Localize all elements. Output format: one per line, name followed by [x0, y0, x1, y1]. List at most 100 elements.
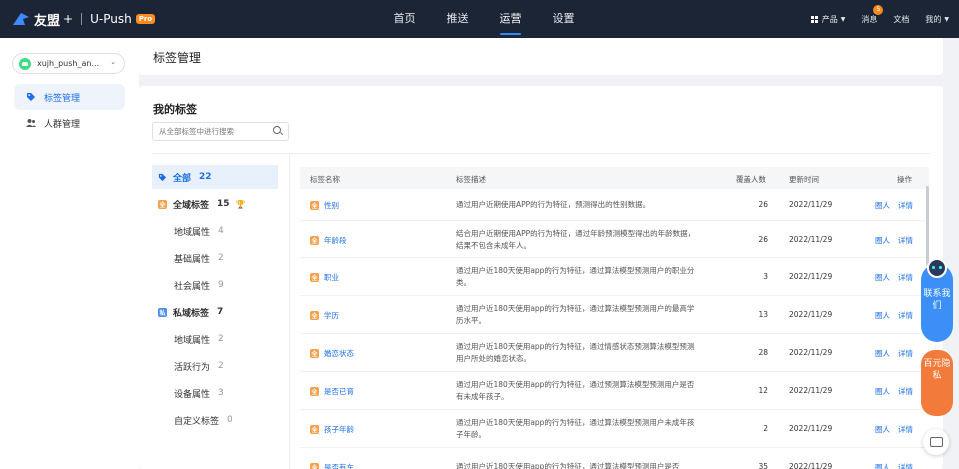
tree-item-private-region[interactable]: 地域属性 2: [152, 327, 278, 351]
row-actions: 圈人 详情: [875, 424, 921, 435]
table-row: 全是否有车 通过用户近180天使用app的行为特征，通过算法模型预测用户是否 35 2…: [300, 448, 929, 469]
chat-icon[interactable]: [923, 429, 949, 455]
messages-link[interactable]: 消息 5: [861, 4, 884, 25]
circle-users-link[interactable]: 圈人: [875, 425, 890, 434]
global-tag-icon: 全: [310, 425, 319, 434]
tree-item-private-custom[interactable]: 自定义标签 0: [152, 408, 278, 432]
tag-name-link[interactable]: 全孩子年龄: [310, 424, 354, 435]
tag-description: 通过用户近180天使用app的行为特征，通过算法模型预测用户是否: [456, 462, 680, 469]
row-actions: 圈人 详情: [875, 386, 921, 397]
tag-updated-time: 2022/11/29: [789, 386, 833, 395]
detail-link[interactable]: 详情: [898, 463, 913, 469]
col-header-coverage: 覆盖人数: [736, 175, 766, 184]
tree-item-all[interactable]: 全部 22: [152, 165, 278, 189]
search-icon[interactable]: [273, 126, 281, 134]
app-name: xujh_push_an...: [37, 59, 100, 68]
tab-home[interactable]: 首页: [378, 0, 431, 38]
tag-name-link[interactable]: 全是否有车: [310, 462, 354, 469]
divider: [152, 153, 930, 154]
detail-link[interactable]: 详情: [898, 387, 913, 396]
docs-link[interactable]: 文档: [893, 14, 909, 25]
col-header-desc: 标签描述: [456, 175, 486, 184]
circle-users-link[interactable]: 圈人: [875, 201, 890, 210]
tab-settings[interactable]: 设置: [537, 0, 590, 38]
sidebar-item-tag-management[interactable]: 标签管理: [14, 84, 125, 110]
product-name: U-Push: [90, 12, 132, 26]
tag-name: 婚恋状态: [324, 349, 354, 358]
tag-name-link[interactable]: 全婚恋状态: [310, 348, 354, 359]
account-menu[interactable]: 我的 ▼: [925, 14, 949, 25]
tag-description: 通过用户近180天使用app的行为特征，通过情感状态预测算法模型预测用户所处的婚…: [456, 342, 695, 363]
tag-coverage: 3: [763, 272, 768, 281]
tag-updated-time: 2022/11/29: [789, 200, 833, 209]
tree-item-global-region[interactable]: 地域属性 4: [152, 219, 278, 243]
table-row: 全年龄段 结合用户近期使用APP的行为特征，通过年龄预测模型得出的年龄数据，结果不…: [300, 221, 929, 258]
tag-description: 通过用户近180天使用app的行为特征，通过算法模型预测用户的职业分类。: [456, 266, 695, 287]
tag-name-link[interactable]: 全是否已育: [310, 386, 354, 397]
col-header-updated: 更新时间: [789, 175, 819, 184]
robot-icon: [927, 258, 947, 278]
chevron-down-icon: ⌄: [110, 58, 116, 66]
tree-item-label: 社会属性: [174, 281, 211, 292]
privacy-offer-button[interactable]: 百元隐私: [921, 350, 953, 416]
umeng-logo-icon: [13, 13, 29, 25]
detail-link[interactable]: 详情: [898, 425, 913, 434]
global-tag-icon: 全: [310, 201, 319, 210]
app-selector[interactable]: xujh_push_an... ⌄: [12, 53, 125, 74]
detail-link[interactable]: 详情: [898, 201, 913, 210]
tag-updated-time: 2022/11/29: [789, 348, 833, 357]
table-scrollbar[interactable]: [926, 186, 929, 266]
tree-item-global-tags[interactable]: 全 全域标签 15 🏆: [152, 192, 278, 216]
tree-item-global-basic[interactable]: 基础属性 2: [152, 246, 278, 270]
tree-item-count: 0: [227, 415, 233, 425]
global-tag-icon: 全: [310, 463, 319, 469]
tag-name-link[interactable]: 全性别: [310, 200, 339, 211]
account-label: 我的: [925, 14, 942, 24]
circle-users-link[interactable]: 圈人: [875, 273, 890, 282]
tree-item-count: 4: [218, 226, 224, 236]
tree-item-count: 9: [218, 280, 224, 290]
global-tag-icon: 全: [310, 273, 319, 282]
tag-search-input[interactable]: [152, 122, 289, 141]
logo[interactable]: 友盟 + U-Push Pro: [12, 10, 156, 29]
circle-users-link[interactable]: 圈人: [875, 236, 890, 245]
global-tag-icon: 全: [158, 199, 167, 209]
circle-users-link[interactable]: 圈人: [875, 387, 890, 396]
tag-name-link[interactable]: 全学历: [310, 310, 339, 321]
grid-icon: [810, 15, 818, 23]
row-actions: 圈人 详情: [875, 462, 921, 469]
tab-push[interactable]: 推送: [431, 0, 484, 38]
detail-link[interactable]: 详情: [898, 349, 913, 358]
tag-name: 孩子年龄: [324, 425, 354, 434]
people-icon: [26, 119, 36, 127]
tag-description: 通过用户近180天使用app的行为特征，通过预测算法模型预测用户是否有未成年孩子…: [456, 380, 695, 401]
tag-icon: [27, 93, 35, 101]
circle-users-link[interactable]: 圈人: [875, 463, 890, 469]
sidebar-item-label: 人群管理: [44, 119, 81, 130]
tree-item-private-device[interactable]: 设备属性 3: [152, 381, 278, 405]
tag-updated-time: 2022/11/29: [789, 310, 833, 319]
tag-updated-time: 2022/11/29: [789, 424, 833, 433]
products-menu[interactable]: 产品 ▼: [810, 14, 845, 25]
android-icon: [19, 57, 31, 70]
tab-operation[interactable]: 运营: [484, 0, 537, 38]
tag-name: 职业: [324, 273, 339, 282]
tree-item-private-tags[interactable]: 私 私域标签 7: [152, 300, 278, 324]
row-actions: 圈人 详情: [875, 200, 921, 211]
circle-users-link[interactable]: 圈人: [875, 349, 890, 358]
tag-description: 通过用户近180天使用app的行为特征，通过算法模型预测用户未成年孩子年龄。: [456, 418, 695, 439]
sidebar-item-audience-management[interactable]: 人群管理: [14, 110, 125, 136]
contact-us-button[interactable]: 联系我们: [921, 258, 953, 342]
detail-link[interactable]: 详情: [898, 311, 913, 320]
tree-item-private-activity[interactable]: 活跃行为 2: [152, 354, 278, 378]
row-actions: 圈人 详情: [875, 272, 921, 283]
tag-name-link[interactable]: 全年龄段: [310, 235, 347, 246]
detail-link[interactable]: 详情: [898, 273, 913, 282]
tag-name-link[interactable]: 全职业: [310, 272, 339, 283]
brand-name: 友盟: [34, 13, 61, 29]
circle-users-link[interactable]: 圈人: [875, 311, 890, 320]
tree-item-global-social[interactable]: 社会属性 9: [152, 273, 278, 297]
trophy-icon: 🏆: [235, 199, 246, 209]
table-row: 全是否已育 通过用户近180天使用app的行为特征，通过预测算法模型预测用户是否有…: [300, 372, 929, 410]
detail-link[interactable]: 详情: [898, 236, 913, 245]
